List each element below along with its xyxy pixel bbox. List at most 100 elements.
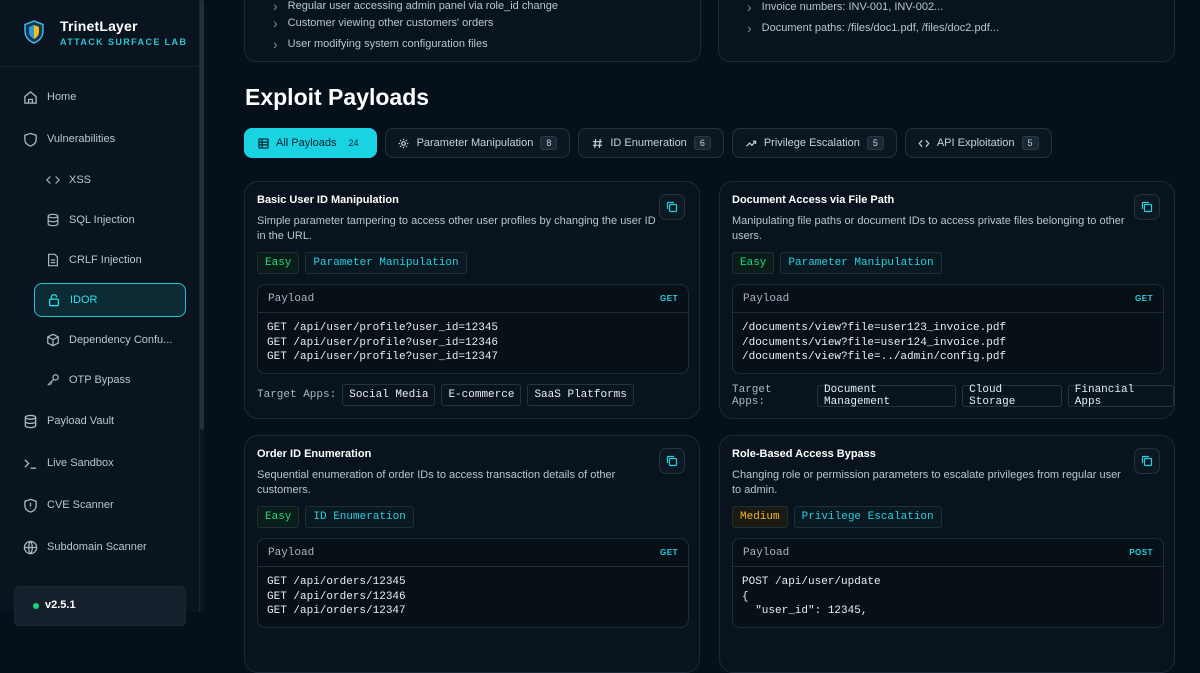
examples-card-right: Invoice numbers: INV-001, INV-002... Doc…: [718, 0, 1175, 62]
database-icon: [46, 213, 60, 227]
tab-count: 5: [1021, 136, 1039, 150]
sidebar-sub-xss[interactable]: XSS: [0, 160, 200, 200]
sidebar-sub-otp-bypass[interactable]: OTP Bypass: [0, 360, 200, 400]
code-icon: [46, 173, 60, 187]
copy-button[interactable]: [1134, 448, 1160, 474]
sidebar-item-home[interactable]: Home: [0, 76, 200, 118]
sidebar-item-label: Payload Vault: [47, 415, 115, 427]
payload-card: Document Access via File Path Manipulati…: [719, 181, 1175, 419]
payload-code[interactable]: /documents/view?file=user123_invoice.pdf…: [733, 313, 1163, 373]
tab-api-exploitation[interactable]: API Exploitation 5: [904, 128, 1052, 158]
target-apps-label: Target Apps:: [732, 384, 772, 408]
sidebar-item-subdomain-scanner[interactable]: Subdomain Scanner: [0, 526, 200, 568]
payload-code[interactable]: GET /api/orders/12345 GET /api/orders/12…: [258, 567, 688, 627]
database-icon: [22, 413, 38, 429]
filter-tabs: All Payloads 24 Parameter Manipulation 8…: [244, 128, 1052, 158]
tab-label: Parameter Manipulation: [416, 137, 534, 149]
file-icon: [46, 253, 60, 267]
target-apps: Target Apps: Social Media E-commerce Saa…: [257, 384, 634, 406]
hash-icon: [591, 137, 603, 149]
card-tags: Medium Privilege Escalation: [732, 506, 942, 528]
main-content: Regular user accessing admin panel via r…: [204, 0, 1200, 673]
copy-icon: [666, 201, 678, 213]
difficulty-badge: Easy: [257, 252, 300, 274]
tab-label: Privilege Escalation: [763, 137, 860, 149]
tab-count: 6: [693, 136, 711, 150]
card-title: Document Access via File Path: [732, 194, 895, 206]
sidebar-sub-label: OTP Bypass: [69, 374, 131, 386]
payload-label: Payload: [268, 546, 315, 559]
card-description: Manipulating file paths or document IDs …: [732, 215, 1125, 242]
tab-label: ID Enumeration: [610, 137, 687, 149]
shield-alert-icon: [22, 497, 38, 513]
tab-id-enumeration[interactable]: ID Enumeration 6: [578, 128, 724, 158]
sidebar-item-cve-scanner[interactable]: CVE Scanner: [0, 484, 200, 526]
home-icon: [22, 89, 38, 105]
http-method-badge: GET: [660, 548, 678, 557]
list-item: Customer viewing other customers' orders: [273, 17, 494, 29]
terminal-icon: [22, 455, 38, 471]
card-tags: Easy Parameter Manipulation: [257, 252, 467, 274]
card-description: Simple parameter tampering to access oth…: [257, 215, 656, 242]
copy-icon: [1141, 455, 1153, 467]
payload-code[interactable]: GET /api/user/profile?user_id=12345 GET …: [258, 313, 688, 373]
sidebar-sub-sql-injection[interactable]: SQL Injection: [0, 200, 200, 240]
difficulty-badge: Medium: [732, 506, 788, 528]
key-icon: [46, 373, 60, 387]
target-app-tag: Social Media: [342, 384, 436, 406]
sidebar-sub-idor[interactable]: IDOR: [34, 283, 186, 317]
target-app-tag: E-commerce: [441, 384, 522, 406]
globe-icon: [22, 539, 38, 555]
list-item: User modifying system configuration file…: [273, 38, 488, 50]
brand[interactable]: TrinetLayer ATTACK SURFACE LAB: [16, 12, 187, 52]
copy-button[interactable]: [1134, 194, 1160, 220]
tab-parameter-manipulation[interactable]: Parameter Manipulation 8: [384, 128, 571, 158]
card-title: Role-Based Access Bypass: [732, 448, 876, 460]
shield-icon: [22, 131, 38, 147]
copy-icon: [1141, 201, 1153, 213]
version-badge: v2.5.1: [14, 586, 186, 626]
http-method-badge: GET: [1135, 294, 1153, 303]
target-app-tag: Financial Apps: [1067, 384, 1174, 408]
target-apps-label: Target Apps:: [257, 389, 337, 401]
sidebar-sub-label: Dependency Confu...: [69, 334, 173, 346]
sidebar-item-label: Home: [47, 91, 77, 103]
brand-subtitle: ATTACK SURFACE LAB: [60, 36, 188, 47]
tab-count: 8: [540, 136, 558, 150]
http-method-badge: POST: [1129, 548, 1153, 557]
card-description: Sequential enumeration of order IDs to a…: [257, 469, 616, 496]
card-title: Basic User ID Manipulation: [257, 194, 399, 206]
copy-button[interactable]: [659, 194, 685, 220]
sidebar-divider: [0, 66, 200, 67]
list-item: Document paths: /files/doc1.pdf, /files/…: [747, 22, 999, 34]
lock-icon: [47, 293, 61, 307]
sidebar-item-payload-vault[interactable]: Payload Vault: [0, 400, 200, 442]
list-item: Regular user accessing admin panel via r…: [273, 0, 558, 12]
tab-count: 5: [866, 136, 884, 150]
payload-box: Payload GET GET /api/orders/12345 GET /ap…: [257, 538, 689, 628]
card-description: Changing role or permission parameters t…: [732, 469, 1121, 496]
package-icon: [46, 333, 60, 347]
sidebar-sub-crlf-injection[interactable]: CRLF Injection: [0, 240, 200, 280]
sidebar-sub-label: SQL Injection: [69, 214, 135, 226]
copy-icon: [666, 455, 678, 467]
target-apps: Target Apps: Document Management Cloud S…: [732, 384, 1174, 408]
sidebar-sub-dependency-confusion[interactable]: Dependency Confu...: [0, 320, 200, 360]
copy-button[interactable]: [659, 448, 685, 474]
card-tags: Easy ID Enumeration: [257, 506, 414, 528]
payload-label: Payload: [743, 546, 790, 559]
examples-card-left: Regular user accessing admin panel via r…: [244, 0, 701, 62]
sidebar-nav: Home Vulnerabilities XSS SQL Injection C…: [0, 76, 200, 568]
sidebar-item-live-sandbox[interactable]: Live Sandbox: [0, 442, 200, 484]
card-tags: Easy Parameter Manipulation: [732, 252, 942, 274]
payload-code[interactable]: POST /api/user/update { "user_id": 12345…: [733, 567, 1163, 627]
sidebar-item-vulnerabilities[interactable]: Vulnerabilities: [0, 118, 200, 160]
tab-privilege-escalation[interactable]: Privilege Escalation 5: [731, 128, 897, 158]
tab-all-payloads[interactable]: All Payloads 24: [244, 128, 377, 158]
http-method-badge: GET: [660, 294, 678, 303]
brand-name: TrinetLayer: [60, 17, 138, 34]
target-app-tag: SaaS Platforms: [527, 384, 634, 406]
payload-label: Payload: [743, 292, 790, 305]
card-title: Order ID Enumeration: [257, 448, 372, 460]
tab-label: All Payloads: [276, 137, 337, 149]
